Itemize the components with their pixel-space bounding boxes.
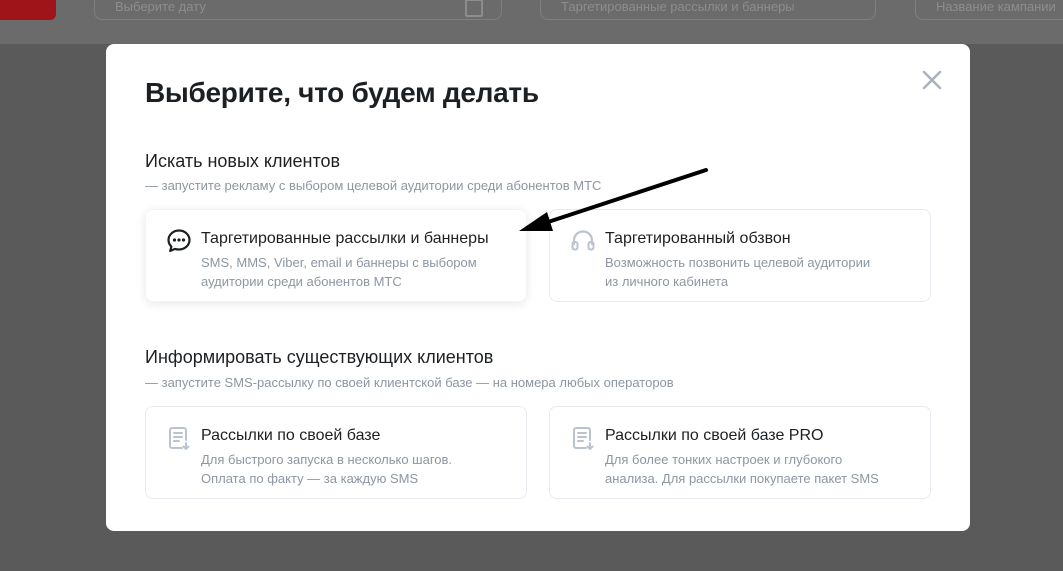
- card-description: Для быстрого запуска в несколько шагов. …: [201, 450, 511, 488]
- card-own-base-mailings[interactable]: Рассылки по своей базе Для быстрого запу…: [145, 406, 527, 499]
- background-type-field: Таргетированные рассылки и баннеры: [540, 0, 876, 20]
- card-description-line: Для более тонких настроек и глубокого: [605, 452, 843, 467]
- section-subtitle-new-clients: — запустите рекламу с выбором целевой ау…: [145, 178, 602, 193]
- headset-icon: [571, 230, 595, 251]
- background-name-field: Название кампании: [915, 0, 1063, 20]
- card-description: SMS, MMS, Viber, email и баннеры с выбор…: [201, 253, 511, 291]
- card-description-line: SMS, MMS, Viber, email и баннеры с выбор…: [201, 255, 477, 270]
- card-title: Рассылки по своей базе PRO: [605, 427, 824, 444]
- calendar-icon: [465, 0, 483, 17]
- section-subtitle-existing-clients: — запустите SMS-рассылку по своей клиент…: [145, 375, 674, 390]
- card-description: Возможность позвонить целевой аудитории …: [605, 253, 915, 291]
- document-list-icon: [573, 427, 594, 450]
- background-name-field-text: Название кампании: [936, 0, 1056, 14]
- card-targeted-mailings[interactable]: Таргетированные рассылки и баннеры SMS, …: [145, 209, 527, 302]
- modal-title: Выберите, что будем делать: [145, 77, 539, 108]
- document-list-icon: [169, 427, 190, 450]
- card-own-base-mailings-pro[interactable]: Рассылки по своей базе PRO Для более тон…: [549, 406, 931, 499]
- chat-bubble-icon: [167, 229, 191, 253]
- background-toolbar: Выберите дату Таргетированные рассылки и…: [0, 0, 1063, 44]
- background-date-field: Выберите дату: [94, 0, 502, 20]
- card-description-line: аудитории среди абонентов МТС: [201, 274, 402, 289]
- section-title-existing-clients: Информировать существующих клиентов: [145, 347, 494, 367]
- background-red-button: [0, 0, 56, 20]
- card-description-line: Возможность позвонить целевой аудитории: [605, 255, 871, 270]
- card-title: Таргетированные рассылки и баннеры: [201, 230, 489, 247]
- card-description-line: анализа. Для рассылки покупаете пакет SM…: [605, 471, 879, 486]
- card-title: Таргетированный обзвон: [605, 230, 791, 247]
- background-type-field-text: Таргетированные рассылки и баннеры: [561, 0, 795, 14]
- card-description-line: Для быстрого запуска в несколько шагов.: [201, 452, 453, 467]
- section-title-new-clients: Искать новых клиентов: [145, 151, 341, 171]
- close-icon[interactable]: [922, 70, 942, 90]
- card-targeted-calling[interactable]: Таргетированный обзвон Возможность позво…: [549, 209, 931, 302]
- card-description-line: Оплата по факту — за каждую SMS: [201, 471, 419, 486]
- card-description: Для более тонких настроек и глубокого ан…: [605, 450, 915, 488]
- card-description-line: из личного кабинета: [605, 274, 729, 289]
- campaign-type-modal: Выберите, что будем делать Искать новых …: [106, 44, 970, 531]
- card-title: Рассылки по своей базе: [201, 427, 381, 444]
- background-date-field-text: Выберите дату: [115, 0, 206, 14]
